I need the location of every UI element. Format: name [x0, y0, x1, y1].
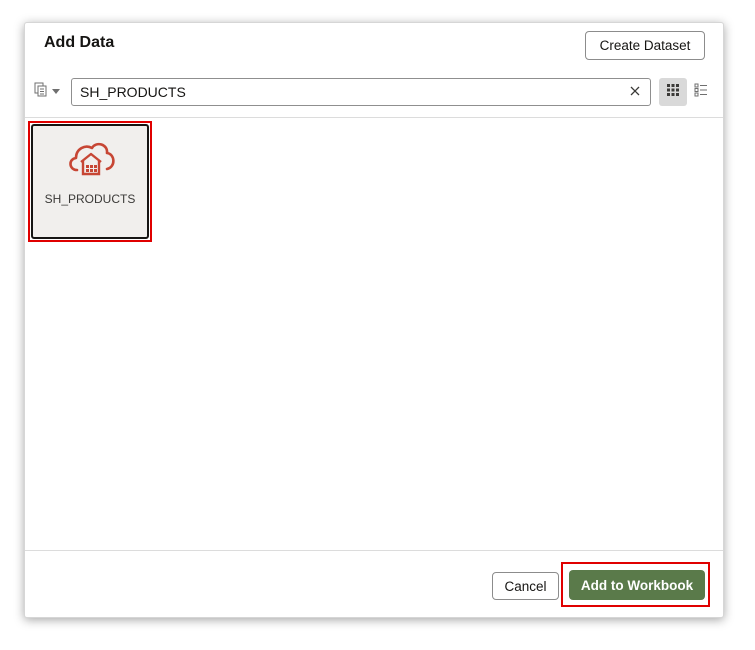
search-box	[71, 78, 651, 106]
dataset-tile-label: SH_PRODUCTS	[44, 192, 136, 206]
add-data-dialog: Add Data Create Dataset SH_PRODUCTS SH_P…	[24, 22, 724, 618]
add-to-workbook-button[interactable]: Add to Workbook	[569, 570, 705, 600]
data-source-picker[interactable]	[33, 81, 65, 103]
dialog-title: Add Data	[44, 34, 115, 51]
create-dataset-button[interactable]: Create Dataset	[585, 31, 705, 60]
search-input[interactable]	[72, 79, 620, 105]
results-grid: SH_PRODUCTS	[25, 118, 723, 550]
dataset-tile[interactable]: SH_PRODUCTS	[31, 124, 149, 239]
grid-view-icon	[666, 83, 680, 102]
grid-view-button[interactable]	[659, 78, 687, 106]
close-icon[interactable]	[628, 84, 642, 98]
data-source-icon	[33, 81, 51, 104]
list-view-button[interactable]	[689, 78, 713, 106]
cloud-warehouse-icon	[65, 136, 117, 180]
list-view-icon	[694, 83, 708, 102]
caret-down-icon	[51, 83, 61, 101]
cancel-button[interactable]: Cancel	[492, 572, 559, 600]
footer-divider	[25, 550, 723, 551]
